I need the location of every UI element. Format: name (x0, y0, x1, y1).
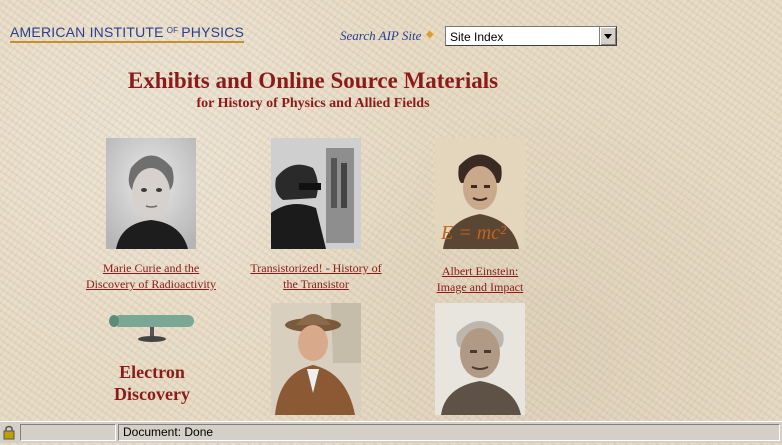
exhibit-link-line: Image and Impact (436, 280, 524, 294)
dropdown-arrow-icon[interactable] (599, 27, 616, 45)
search-aip-site-link[interactable]: Search AIP Site (340, 28, 421, 44)
header: AMERICAN INSTITUTE OF PHYSICS Search AIP S… (0, 0, 782, 60)
electron-discovery-image[interactable]: Electron Discovery (102, 307, 202, 419)
exhibit-link-line: Discovery of Radioactivity (86, 277, 216, 291)
diamond-bullet-icon: ◆ (426, 29, 434, 40)
einstein-formula-text: E = mc² (441, 222, 507, 244)
scientist-in-hat-image[interactable] (271, 303, 361, 415)
logo-text-of: OF (166, 26, 179, 35)
logo-text-left: AMERICAN INSTITUTE (10, 24, 164, 40)
status-text-pane: Document: Done (118, 424, 780, 441)
electron-discovery-image-text: Electron Discovery (102, 361, 202, 405)
security-lock-icon (2, 425, 18, 440)
exhibit-link-albert-einstein[interactable]: Albert Einstein: Image and Impact (420, 263, 540, 295)
site-index-dropdown[interactable]: Site Index (445, 26, 617, 46)
browser-status-bar: Document: Done (0, 421, 782, 443)
electron-text-line: Electron (119, 362, 185, 382)
transistor-history-image[interactable] (271, 138, 361, 249)
site-index-selected-value: Site Index (450, 30, 504, 44)
status-progress-pane (20, 424, 116, 441)
exhibit-link-line: Marie Curie and the (102, 261, 200, 275)
aip-logo-link[interactable]: AMERICAN INSTITUTE OF PHYSICS (10, 24, 245, 43)
page-subtitle: for History of Physics and Allied Fields (196, 96, 430, 111)
cathode-ray-tube-icon (109, 315, 194, 342)
exhibit-link-line: the Transistor (283, 277, 349, 291)
exhibit-link-marie-curie[interactable]: Marie Curie and the Discovery of Radioac… (70, 260, 232, 292)
discovery-text-line: Discovery (114, 384, 190, 404)
marie-curie-portrait-image[interactable] (106, 138, 196, 249)
logo-text-right: PHYSICS (181, 24, 245, 40)
page-title: Exhibits and Online Source Materials (127, 68, 499, 93)
albert-einstein-image[interactable]: E = mc² (435, 138, 525, 249)
exhibit-link-line: Transistorized! - History of (250, 261, 382, 275)
exhibit-link-line: Albert Einstein: (441, 264, 519, 278)
older-scientist-portrait-image[interactable] (435, 303, 525, 415)
exhibit-link-transistorized[interactable]: Transistorized! - History of the Transis… (238, 260, 394, 292)
